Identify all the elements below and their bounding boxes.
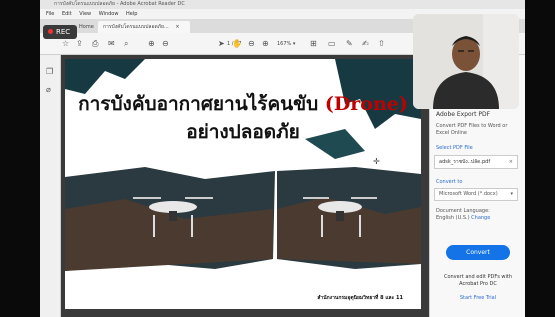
webcam-person xyxy=(413,14,519,109)
change-language-link[interactable]: Change xyxy=(471,215,490,221)
share-icon[interactable]: ⇧ xyxy=(378,38,385,50)
zoom-out-icon[interactable]: ⊖ xyxy=(248,38,255,50)
convert-format-select[interactable]: Microsoft Word (*.docx) ▾ xyxy=(434,188,518,201)
select-file-label: Select PDF File xyxy=(436,145,473,151)
slide-title-highlight: (Drone) xyxy=(324,93,408,115)
hand-tool-icon[interactable]: ✋ xyxy=(232,38,242,50)
recording-label: REC xyxy=(56,28,71,36)
export-panel-title: Adobe Export PDF xyxy=(436,111,491,118)
record-dot-icon xyxy=(48,28,53,34)
find-icon[interactable]: ⌕ xyxy=(124,38,128,50)
zoom-in-icon[interactable]: ⊕ xyxy=(262,38,269,50)
bookmark-star-icon[interactable]: ☆ xyxy=(62,38,69,50)
slide-title-line1: การบังคับอากาศยานไร้คนขับ (Drone) xyxy=(65,89,421,119)
close-tab-icon[interactable]: × xyxy=(175,24,179,30)
page-down-icon[interactable]: ⊖ xyxy=(162,38,169,50)
tab-home-label: Home xyxy=(79,24,94,30)
menu-help[interactable]: Help xyxy=(126,11,137,17)
slide-footer: สำนักงานกรมอุตุนิยมวิทยาที่ 8 และ 11 xyxy=(317,295,403,301)
menu-window[interactable]: Window xyxy=(99,11,119,17)
pen-icon[interactable]: ✎ xyxy=(346,38,353,50)
menu-edit[interactable]: Edit xyxy=(62,11,72,17)
recording-badge: REC xyxy=(43,25,77,39)
select-cursor-icon[interactable]: ➤ xyxy=(218,38,225,50)
tab-document[interactable]: การบังคับโดรนแบบปลอดภัย... × xyxy=(98,21,190,33)
convert-to-label: Convert to xyxy=(436,179,463,185)
upload-icon[interactable]: ⇪ xyxy=(76,38,83,50)
window-title: การบังคับโดรนแบบปลอดภัย - Adobe Acrobat … xyxy=(40,0,525,9)
export-panel-description: Convert PDF Files to Word or Excel Onlin… xyxy=(436,123,508,136)
fit-page-icon[interactable]: ⊞ xyxy=(310,38,317,50)
remove-file-icon[interactable]: × xyxy=(509,156,513,168)
document-viewport[interactable]: การบังคับอากาศยานไร้คนขับ (Drone) อย่างป… xyxy=(61,55,429,317)
left-nav-rail: ❐ ⌀ xyxy=(40,55,61,317)
print-icon[interactable]: ⎙ xyxy=(92,38,98,50)
email-icon[interactable]: ✉ xyxy=(108,38,115,50)
pdf-page: การบังคับอากาศยานไร้คนขับ (Drone) อย่างป… xyxy=(65,59,421,309)
tab-document-label: การบังคับโดรนแบบปลอดภัย... xyxy=(103,24,169,30)
menu-file[interactable]: File xyxy=(46,11,54,17)
convert-format-value: Microsoft Word (*.docx) xyxy=(439,191,498,197)
document-language: Document Language: English (U.S.) Change xyxy=(436,208,516,222)
zoom-value: 167% xyxy=(277,41,292,47)
page-thumbnails-icon[interactable]: ❐ xyxy=(46,67,55,76)
slide-title-line2: อย่างปลอดภัย xyxy=(186,121,300,143)
convert-button[interactable]: Convert xyxy=(446,245,510,260)
screen-edge xyxy=(525,0,555,317)
page-up-icon[interactable]: ⊕ xyxy=(148,38,155,50)
acrobat-pro-promo: Convert and edit PDFs with Acrobat Pro D… xyxy=(443,274,513,287)
selected-file-field[interactable]: adsk_ราชบัง..ปลัด.pdf × xyxy=(434,155,518,169)
sign-icon[interactable]: ✍ xyxy=(362,38,369,50)
attachment-icon[interactable]: ⌀ xyxy=(46,85,55,94)
chevron-down-icon: ▾ xyxy=(510,191,513,197)
selected-file-name: adsk_ราชบัง..ปลัด.pdf xyxy=(439,159,491,165)
webcam-overlay xyxy=(413,14,519,109)
slide-title-thai: การบังคับอากาศยานไร้คนขับ xyxy=(78,93,325,115)
language-value: English (U.S.) xyxy=(436,215,470,221)
zoom-field[interactable]: 167% ▾ xyxy=(277,39,295,49)
start-free-trial-link[interactable]: Start Free Trial xyxy=(430,295,526,301)
comment-icon[interactable]: ▭ xyxy=(328,38,336,50)
menu-view[interactable]: View xyxy=(79,11,91,17)
language-label: Document Language: xyxy=(436,208,490,214)
tab-home[interactable]: Home xyxy=(74,21,94,33)
crosshair-cursor-icon: ✛ xyxy=(373,157,380,166)
page-current: 1 xyxy=(227,41,231,47)
